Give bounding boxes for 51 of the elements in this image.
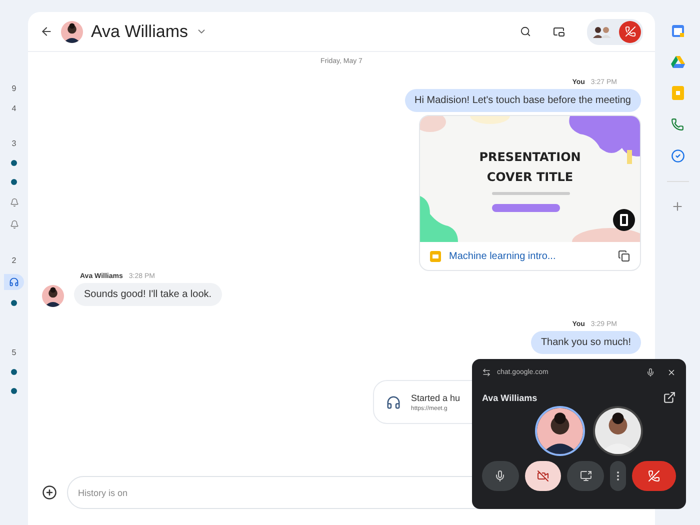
search-icon[interactable] — [520, 26, 531, 37]
copy-icon[interactable] — [618, 250, 630, 262]
camera-off-icon — [537, 470, 550, 482]
slides-icon — [430, 250, 441, 262]
unread-dot — [11, 369, 17, 375]
swap-icon[interactable] — [482, 368, 491, 376]
open-external-icon[interactable] — [663, 391, 676, 404]
mic-icon — [494, 470, 506, 482]
end-button[interactable] — [632, 461, 676, 491]
unread-count: 3 — [12, 138, 16, 150]
end-call-icon — [624, 26, 636, 37]
huddle-nav-item[interactable] — [4, 274, 24, 290]
mic-icon — [646, 368, 655, 376]
unread-count: 4 — [12, 103, 16, 115]
calendar-icon[interactable] — [670, 24, 684, 38]
call-indicator[interactable] — [587, 18, 643, 44]
unread-dot — [11, 179, 17, 185]
present-button[interactable] — [567, 461, 604, 491]
drive-icon[interactable] — [670, 56, 684, 68]
picture-in-picture-icon[interactable] — [553, 26, 565, 38]
add-icon[interactable] — [42, 485, 57, 500]
mic-button[interactable] — [482, 461, 519, 491]
slide-preview[interactable]: PRESENTATION COVER TITLE — [420, 116, 640, 242]
unread-count: 5 — [12, 347, 16, 359]
slide-title: PRESENTATION COVER TITLE — [478, 149, 582, 186]
camera-button[interactable] — [524, 461, 562, 491]
participants-icon — [593, 26, 611, 38]
file-link[interactable]: Machine learning intro... — [449, 250, 610, 262]
headphones-icon — [9, 277, 19, 287]
bell-icon[interactable] — [10, 198, 18, 207]
unread-dot — [11, 160, 17, 166]
close-icon[interactable] — [667, 368, 676, 376]
unread-dot — [11, 300, 17, 306]
attachment-card[interactable]: PRESENTATION COVER TITLE Machine learning intro... — [419, 115, 641, 271]
unread-count: 2 — [12, 255, 16, 267]
message-bubble: Hi Madision! Let's touch base before the meeting — [404, 89, 641, 112]
headphones-icon — [386, 394, 401, 410]
huddle-title: Started a hu — [411, 392, 460, 402]
unread-count: 9 — [12, 83, 16, 95]
contact-name: Ava Williams — [91, 22, 188, 42]
phone-icon[interactable] — [671, 118, 684, 131]
bell-icon[interactable] — [10, 220, 18, 229]
end-call-button[interactable] — [619, 20, 641, 42]
more-button[interactable] — [610, 461, 626, 491]
unread-dot — [11, 388, 17, 394]
present-icon — [580, 470, 592, 482]
message-bubble: Sounds good! I'll take a look. — [74, 282, 222, 306]
message-bubble: Thank you so much! — [530, 331, 641, 354]
back-icon[interactable] — [40, 25, 53, 38]
end-call-icon — [648, 470, 660, 482]
tasks-icon[interactable] — [670, 149, 684, 163]
